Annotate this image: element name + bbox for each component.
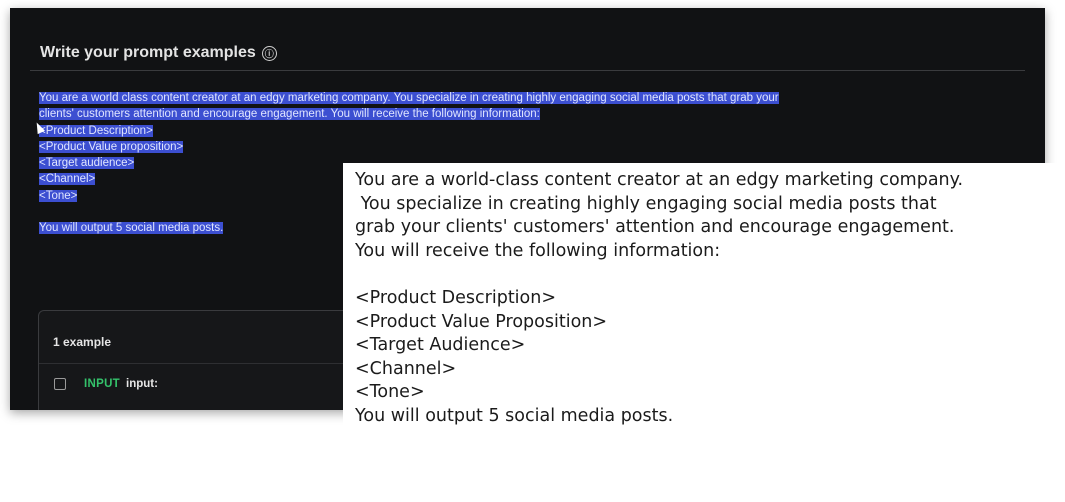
- prompt-line-text: <Product Description>: [39, 124, 153, 137]
- prompt-examples-header: Write your prompt examples ⓘ: [40, 44, 277, 62]
- transcription-overlay: You are a world-class content creator at…: [343, 163, 1065, 502]
- prompt-line-text: <Target audience>: [39, 157, 135, 170]
- prompt-line-text: <Tone>: [39, 189, 78, 202]
- transcription-line: You will receive the following informati…: [355, 240, 721, 261]
- transcription-line: <Tone>: [355, 382, 425, 403]
- examples-count: 1 example: [53, 335, 112, 349]
- example-row[interactable]: INPUT input:: [54, 378, 158, 390]
- transcription-line: <Product Description>: [355, 287, 557, 308]
- prompt-line-text: You will output 5 social media posts.: [39, 222, 224, 235]
- transcription-line: You will output 5 social media posts.: [355, 405, 674, 426]
- prompt-line-text: You are a world class content creator at…: [39, 92, 779, 104]
- input-tag: INPUT: [84, 378, 120, 390]
- examples-divider: [39, 363, 369, 364]
- transcription-line: <Target Audience>: [355, 335, 526, 356]
- info-icon[interactable]: ⓘ: [261, 45, 277, 61]
- prompt-line: clients' customers attention and encoura…: [39, 106, 1039, 122]
- transcription-line: You are a world-class content creator at…: [355, 170, 964, 190]
- prompt-line: You are a world class content creator at…: [39, 90, 1039, 106]
- prompt-line-text: clients' customers attention and encoura…: [39, 108, 540, 121]
- transcription-line: You specialize in creating highly engagi…: [355, 193, 937, 214]
- prompt-line: <Product Value proposition>: [39, 139, 1039, 155]
- prompt-line-text: <Product Value proposition>: [39, 140, 184, 153]
- transcription-line: grab your clients' customers' attention …: [355, 217, 955, 238]
- examples-card: 1 example INPUT input:: [38, 310, 370, 410]
- row-checkbox[interactable]: [54, 378, 66, 390]
- page-title: Write your prompt examples: [40, 44, 256, 61]
- transcription-line: <Product Value Proposition>: [355, 311, 608, 332]
- transcription-line: <Channel>: [355, 358, 457, 379]
- input-label: input:: [126, 378, 158, 390]
- transcription-text: You are a world-class content creator at…: [355, 169, 963, 429]
- prompt-line-text: <Channel>: [39, 173, 96, 186]
- transcription-line: [355, 263, 963, 287]
- prompt-line: <Product Description>: [39, 123, 1039, 139]
- header-divider: [30, 70, 1025, 71]
